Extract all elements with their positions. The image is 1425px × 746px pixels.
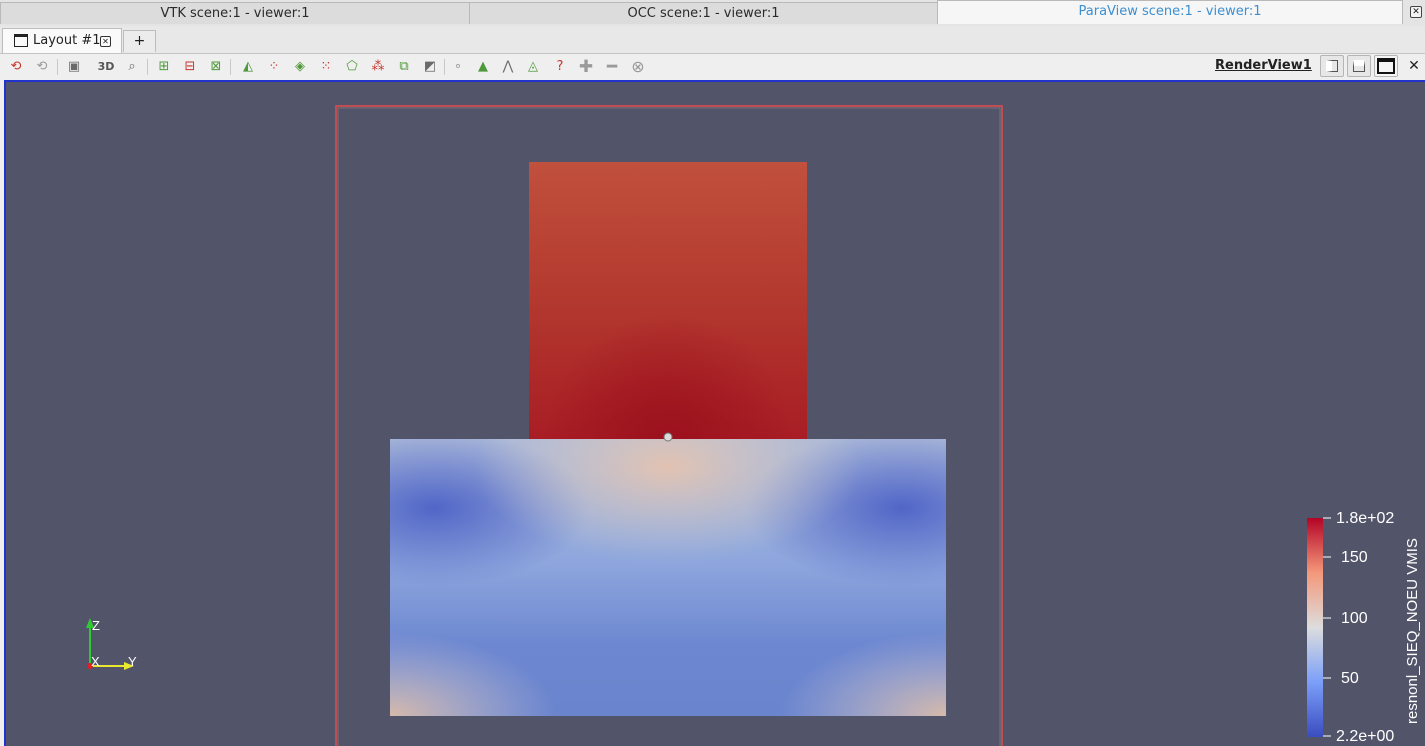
select-surface-cells-icon[interactable]: ◭ (238, 57, 258, 77)
top-block-mesh (529, 162, 807, 440)
colorbar-gradient (1307, 518, 1323, 737)
pick-point-icon[interactable]: ⋀ (498, 57, 518, 77)
center-of-rotation-marker (663, 432, 673, 442)
colorbar-tick-label: 50 (1341, 670, 1359, 687)
layout-tab-label: Layout #1 (33, 33, 101, 48)
color-legend: 1.8e+02 150 100 50 2.2e+00 resnonl_SIEQ_… (1307, 510, 1421, 745)
select-polygon-cells-icon[interactable]: ⬠ (342, 57, 362, 77)
maximize-icon (1377, 58, 1395, 74)
toggle-3d-button[interactable]: 3D (94, 57, 118, 77)
subtract-selection-icon[interactable]: ━ (602, 57, 622, 77)
close-viewer-icon[interactable]: ✕ (1410, 6, 1422, 18)
colorbar-tick-label: 1.8e+02 (1336, 510, 1394, 527)
x-axis-label: X (91, 654, 100, 669)
window-icon (14, 34, 28, 47)
select-surface-points-icon[interactable]: ⁘ (264, 57, 284, 77)
screenshot-icon[interactable]: ▣ (64, 57, 84, 77)
toggle-3d-label: 3D (97, 60, 115, 73)
toolbar-separator (57, 59, 58, 75)
tab-vtk-viewer[interactable]: VTK scene:1 - viewer:1 (0, 2, 470, 24)
zoom-to-data-icon[interactable]: ⌕ (122, 57, 142, 77)
select-frustum-cells-icon[interactable]: ◈ (290, 57, 310, 77)
reset-camera-icon[interactable]: ⟲ (6, 57, 26, 77)
colorbar-title: resnonl_SIEQ_NOEU VMIS (1404, 538, 1421, 724)
grow-selection-icon[interactable]: ◬ (523, 57, 543, 77)
query-icon[interactable]: ? (550, 57, 570, 77)
tab-layout-1[interactable]: Layout #1 ✕ (2, 28, 122, 53)
orientation-axes: Z X Y (86, 618, 137, 670)
clear-selection-icon[interactable]: ⊗ (628, 57, 648, 77)
split-vertical-icon (1353, 60, 1365, 72)
tab-vtk-viewer-label: VTK scene:1 - viewer:1 (160, 6, 310, 21)
y-axis-label: Y (128, 654, 137, 669)
split-horizontal-icon (1326, 60, 1338, 72)
tab-occ-viewer[interactable]: OCC scene:1 - viewer:1 (469, 2, 938, 24)
layout-tab-bar: Layout #1 ✕ + (0, 26, 1425, 54)
add-layout-label: + (133, 33, 146, 49)
close-layout-icon[interactable]: ✕ (100, 36, 111, 47)
bottom-block-mesh (390, 439, 946, 716)
select-polygon-points-icon[interactable]: ⁂ (368, 57, 388, 77)
colorbar-tick-label: 150 (1341, 549, 1368, 566)
maximize-view-button[interactable] (1374, 55, 1398, 77)
hover-cells-icon[interactable]: ▲ (473, 57, 493, 77)
view-toolbar: ⟲ ⟲ ▣ 3D ⌕ ⊞ ⊟ ⊠ ◭ ⁘ ◈ ⁙ ⬠ ⁂ ⧉ ◩ ∘ ▲ ⋀ ◬… (0, 54, 1425, 80)
zoom-closest-icon[interactable]: ⊠ (206, 57, 226, 77)
z-axis-label: Z (92, 618, 100, 633)
colorbar-tick-label: 100 (1341, 610, 1368, 627)
colorbar-tick-label: 2.2e+00 (1336, 728, 1394, 745)
zoom-out-icon[interactable]: ⊟ (180, 57, 200, 77)
reset-camera-closest-icon[interactable]: ⟲ (32, 57, 52, 77)
toolbar-separator (230, 59, 231, 75)
tab-paraview-viewer[interactable]: ParaView scene:1 - viewer:1 (937, 0, 1403, 24)
zoom-in-icon[interactable]: ⊞ (154, 57, 174, 77)
split-vertical-button[interactable] (1347, 55, 1371, 77)
add-selection-icon[interactable]: ✚ (576, 57, 596, 77)
render-canvas[interactable]: Z X Y 1.8e+02 150 100 50 2.2e+00 resnonl… (6, 82, 1425, 746)
close-view-icon[interactable]: ✕ (1402, 55, 1425, 77)
select-block-icon[interactable]: ⧉ (394, 57, 414, 77)
tab-paraview-viewer-label: ParaView scene:1 - viewer:1 (1078, 4, 1262, 19)
render-view[interactable]: Z X Y 1.8e+02 150 100 50 2.2e+00 resnonl… (4, 80, 1425, 746)
tab-occ-viewer-label: OCC scene:1 - viewer:1 (627, 6, 780, 21)
toolbar-separator (444, 59, 445, 75)
toolbar-separator (147, 59, 148, 75)
select-frustum-points-icon[interactable]: ⁙ (316, 57, 336, 77)
hover-points-icon[interactable]: ∘ (448, 57, 468, 77)
split-horizontal-button[interactable] (1320, 55, 1344, 77)
interactive-select-icon[interactable]: ◩ (420, 57, 440, 77)
viewer-tab-bar: VTK scene:1 - viewer:1 OCC scene:1 - vie… (0, 0, 1425, 26)
add-layout-button[interactable]: + (123, 30, 156, 52)
view-name-label: RenderView1 (1215, 58, 1312, 73)
